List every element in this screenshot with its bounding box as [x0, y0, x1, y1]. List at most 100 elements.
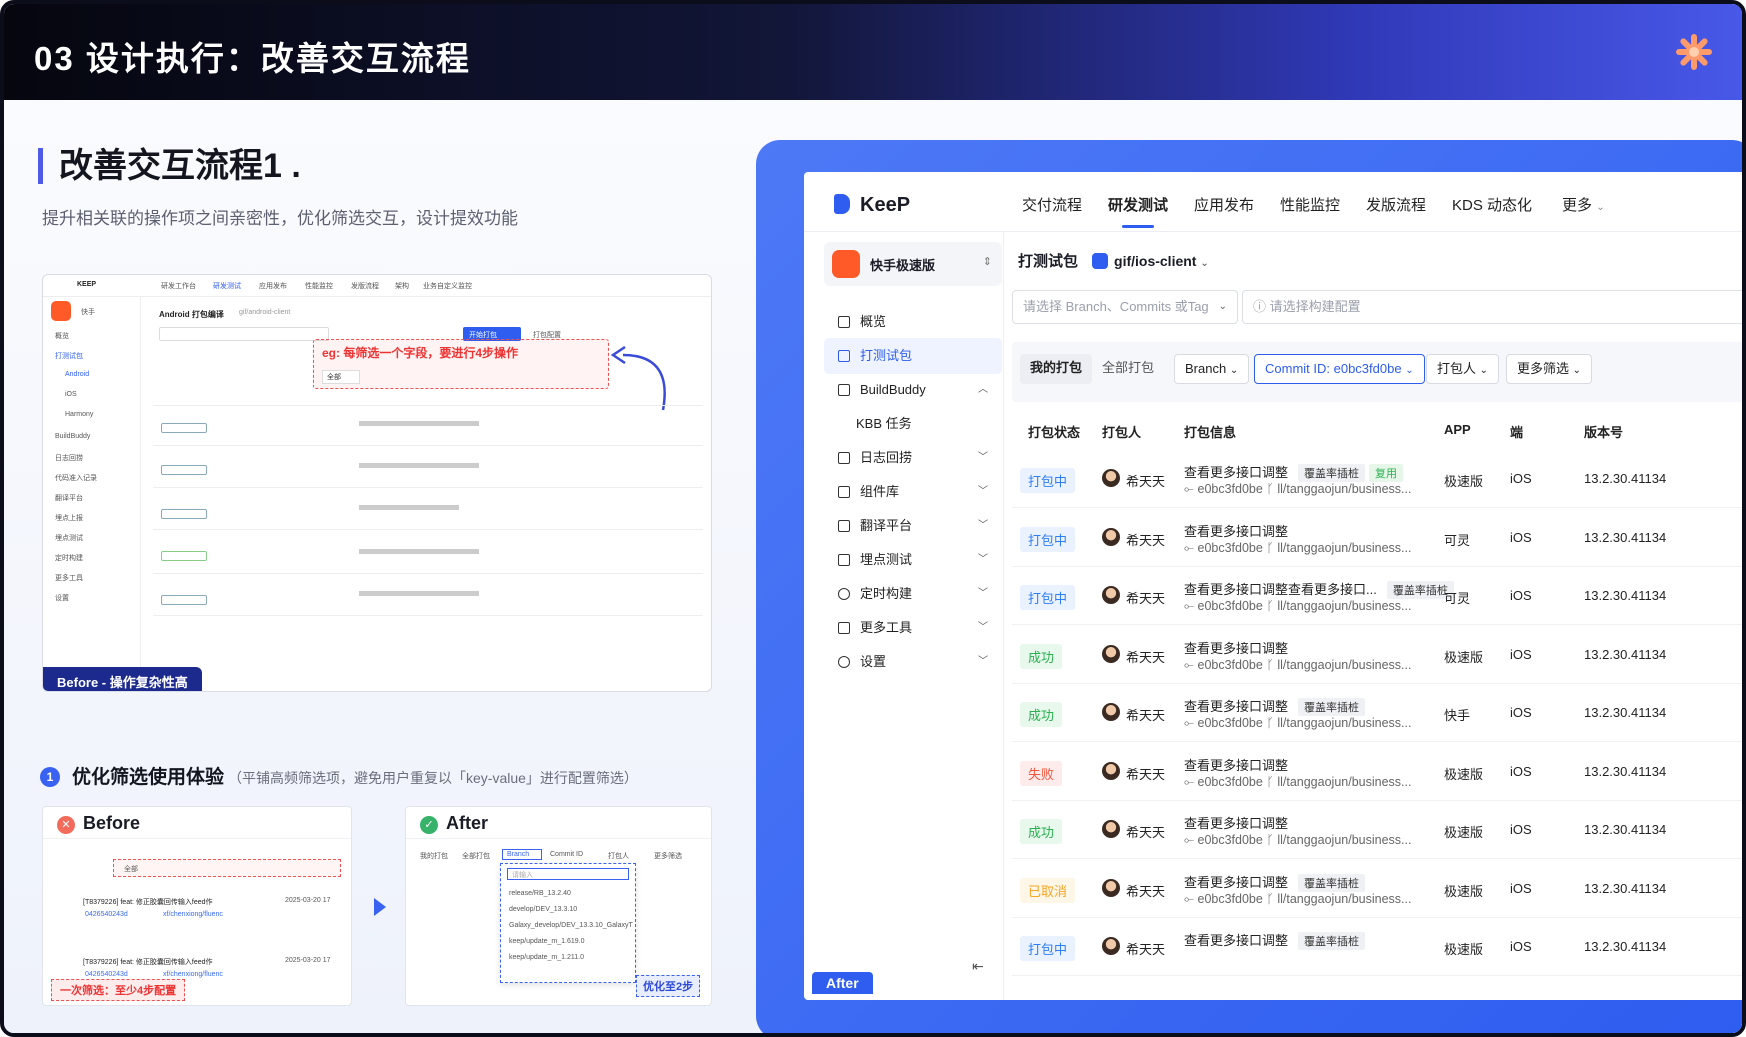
sidebar-item-kbb[interactable]: KBB 任务: [824, 406, 1002, 442]
before-nav-item[interactable]: 发版流程: [351, 281, 379, 291]
before-nav-item[interactable]: 性能监控: [305, 281, 333, 291]
before-nav-item[interactable]: 研发工作台: [161, 281, 196, 291]
after-chip[interactable]: 我的打包: [420, 851, 448, 861]
collapse-sidebar-icon[interactable]: ⇤: [972, 958, 984, 975]
nav-release-flow[interactable]: 发版流程: [1366, 194, 1426, 215]
before-nav-item[interactable]: 应用发布: [259, 281, 287, 291]
before-nav-item[interactable]: 架构: [395, 281, 409, 291]
after-dropdown-option[interactable]: develop/DEV_13.3.10: [509, 906, 577, 913]
nav-dev-test[interactable]: 研发测试: [1108, 194, 1168, 228]
col-info: 打包信息: [1184, 425, 1237, 440]
before-filter-select[interactable]: 全部: [322, 370, 360, 384]
nav-more[interactable]: 更多 ⌄: [1562, 194, 1605, 215]
after-chip[interactable]: Commit ID: [550, 851, 583, 858]
after-dropdown-option[interactable]: release/RB_13.2.40: [509, 890, 571, 897]
sidebar-item-overview[interactable]: 概览: [824, 304, 1002, 340]
end-cell: iOS: [1510, 939, 1532, 954]
app-cell: 极速版: [1444, 825, 1484, 840]
table-row[interactable]: 成功 希天天 查看更多接口调整 覆盖率插桩 ⟜ e0bc3fd0be ᚴ ll/tang…: [1012, 684, 1742, 742]
sidebar-item-test-build[interactable]: 打测试包: [824, 338, 1002, 374]
build-commit-branch: ⟜ e0bc3fd0be ᚴ ll/tanggaojun/business...: [1184, 657, 1412, 672]
before-side-item[interactable]: 定时构建: [55, 553, 83, 563]
nav-kds[interactable]: KDS 动态化: [1452, 194, 1532, 215]
avatar: [1102, 820, 1120, 838]
table-row[interactable]: 成功 希天天 查看更多接口调整 ⟜ e0bc3fd0be ᚴ ll/tanggaoju…: [1012, 626, 1742, 684]
table-row[interactable]: 打包中 希天天 查看更多接口调整 ⟜ e0bc3fd0be ᚴ ll/tanggaoj…: [1012, 509, 1742, 567]
arrow-right-icon: [374, 898, 386, 916]
build-commit-branch: ⟜ e0bc3fd0be ᚴ ll/tanggaojun/business...: [1184, 716, 1412, 730]
sidebar-item-tracking[interactable]: 埋点测试 ﹀: [824, 542, 1002, 578]
build-config-select[interactable]: ⓘ 请选择构建配置: [1242, 290, 1742, 324]
app-switcher[interactable]: 快手极速版 ⇕: [824, 242, 1002, 286]
after-dropdown-search[interactable]: 请输入: [507, 868, 629, 880]
sidebar-item-tools[interactable]: 更多工具 ﹀: [824, 610, 1002, 646]
sidebar-item-settings[interactable]: 设置 ﹀: [824, 644, 1002, 680]
sparkle-logo-icon: [1676, 34, 1712, 70]
col-builder: 打包人: [1102, 425, 1142, 440]
filter-all-builds[interactable]: 全部打包: [1092, 354, 1164, 384]
build-commit-branch: ⟜ e0bc3fd0be ᚴ ll/tanggaojun/business...: [1184, 482, 1412, 496]
before-side-item[interactable]: BuildBuddy: [55, 433, 90, 440]
before-side-item[interactable]: 概览: [55, 331, 69, 341]
nav-delivery[interactable]: 交付流程: [1022, 194, 1082, 215]
before-side-item[interactable]: 埋点上报: [55, 513, 83, 523]
build-commit-branch: ⟜ e0bc3fd0be ᚴ ll/tanggaojun/business...: [1184, 599, 1412, 613]
after-dropdown-option[interactable]: keep/update_m_1.619.0: [509, 938, 585, 945]
nav-perf-monitor[interactable]: 性能监控: [1280, 194, 1340, 215]
app-cell: 极速版: [1444, 766, 1484, 782]
before-side-item[interactable]: 打测试包: [55, 351, 83, 361]
build-title: 查看更多接口调整 覆盖率插桩 复用: [1184, 462, 1404, 482]
table-row[interactable]: 已取消 希天天 查看更多接口调整 覆盖率插桩 ⟜ e0bc3fd0be ᚴ ll/tan…: [1012, 860, 1742, 918]
before-side-item[interactable]: Android: [65, 371, 89, 378]
nav-app-release[interactable]: 应用发布: [1194, 194, 1254, 215]
filter-builder[interactable]: 打包人 ⌄: [1426, 354, 1500, 384]
before-side-item[interactable]: iOS: [65, 391, 77, 398]
sidebar-item-log[interactable]: 日志回捞 ﹀: [824, 440, 1002, 476]
after-dropdown-option[interactable]: Galaxy_develop/DEV_13.3.10_GalaxyT: [509, 922, 633, 929]
sidebar-item-components[interactable]: 组件库 ﹀: [824, 474, 1002, 510]
avatar: [1102, 527, 1120, 546]
sidebar-item-buildbuddy[interactable]: BuildBuddy ︿: [824, 372, 1002, 408]
before-side-item[interactable]: 日志回捞: [55, 453, 83, 463]
branch-icon: ᚴ: [1266, 833, 1274, 847]
status-badge: 失败: [1020, 760, 1063, 786]
after-chip-branch[interactable]: Branch: [502, 849, 543, 860]
before-side-item[interactable]: Harmony: [65, 411, 93, 418]
branch-select[interactable]: 请选择 Branch、Commits 或Tag ⌄: [1012, 290, 1238, 324]
doc-icon: [838, 452, 850, 464]
before-branch-input[interactable]: [159, 327, 329, 341]
before-side-item[interactable]: 翻译平台: [55, 493, 83, 503]
filter-commit-id[interactable]: Commit ID: e0bc3fd0be ⌄: [1254, 354, 1425, 384]
branch-icon: ᚴ: [1266, 774, 1274, 789]
commit-icon: ⟜: [1184, 540, 1195, 555]
table-row[interactable]: 打包中 希天天 查看更多接口调整查看更多接口... 覆盖率插桩 ⟜ e0bc3fd0be…: [1012, 567, 1742, 625]
version-cell: 13.2.30.41134: [1584, 529, 1667, 545]
after-dropdown-option[interactable]: keep/update_m_1.211.0: [509, 954, 584, 961]
before-nav-item[interactable]: 研发测试: [213, 281, 241, 291]
before-side-item[interactable]: 代码准入记录: [55, 473, 97, 483]
table-row[interactable]: 失败 希天天 查看更多接口调整 ⟜ e0bc3fd0be ᚴ ll/tanggaoju…: [1012, 743, 1742, 801]
filter-my-builds[interactable]: 我的打包: [1020, 354, 1093, 384]
before-sidebar: 快手 概览 打测试包 Android iOS Harmony BuildBudd…: [43, 297, 141, 691]
table-row[interactable]: 成功 希天天 查看更多接口调整 ⟜ e0bc3fd0be ᚴ ll/tanggaoju…: [1012, 801, 1742, 859]
before-side-item[interactable]: 快手: [81, 307, 95, 317]
filter-more[interactable]: 更多筛选 ⌄: [1506, 354, 1593, 384]
after-chip[interactable]: 全部打包: [462, 851, 490, 861]
before-nav-item[interactable]: 业务自定义监控: [423, 281, 472, 291]
sidebar-item-translate[interactable]: 翻译平台 ﹀: [824, 508, 1002, 544]
before-side-item[interactable]: 设置: [55, 593, 69, 603]
sidebar-item-scheduled[interactable]: 定时构建 ﹀: [824, 576, 1002, 612]
table-row[interactable]: 打包中 希天天 查看更多接口调整 覆盖率插桩 复用 ⟜ e0bc3fd0be ᚴ ll/t…: [1012, 450, 1742, 508]
before-side-item[interactable]: 埋点测试: [55, 533, 83, 543]
after-chip[interactable]: 打包人: [608, 851, 629, 861]
table-row[interactable]: 打包中 希天天 查看更多接口调整 覆盖率插桩 极速版 iOS 13.2.30.41134: [1012, 918, 1742, 976]
branch-icon: ᚴ: [1266, 657, 1274, 672]
help-circle-icon: ⓘ: [1253, 299, 1267, 314]
before-side-item[interactable]: 更多工具: [55, 573, 83, 583]
filter-branch[interactable]: Branch ⌄: [1174, 354, 1250, 384]
before-compare-filter-all[interactable]: 全部: [124, 864, 138, 874]
avatar: [1102, 469, 1120, 487]
after-chip[interactable]: 更多筛选: [654, 851, 682, 861]
status-badge: 打包中: [1020, 526, 1076, 552]
page-title: 打测试包: [1018, 253, 1079, 270]
